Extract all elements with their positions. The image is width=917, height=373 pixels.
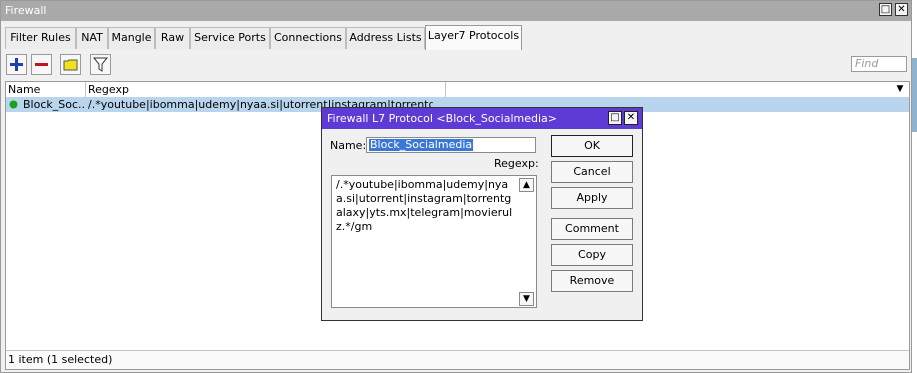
background-accent (912, 58, 917, 132)
tab-service-ports[interactable]: Service Ports (190, 27, 270, 49)
status-bar: 1 item (1 selected) (6, 350, 909, 369)
dialog-close-button[interactable]: ✕ (624, 111, 638, 125)
comment-button[interactable] (60, 54, 81, 75)
scroll-down-button[interactable]: ▼ (519, 292, 534, 306)
restore-icon: □ (880, 4, 891, 15)
find-placeholder: Find (855, 57, 879, 70)
l7-protocol-dialog: Firewall L7 Protocol <Block_Socialmedia>… (321, 107, 643, 321)
filter-button[interactable] (90, 54, 111, 75)
close-icon: ✕ (626, 112, 636, 123)
comment-dialog-button[interactable]: Comment (551, 218, 633, 240)
tab-address-lists[interactable]: Address Lists (346, 27, 425, 49)
tab-raw[interactable]: Raw (155, 27, 190, 49)
column-menu-icon[interactable]: ▼ (890, 82, 910, 97)
filter-icon (92, 57, 109, 72)
scroll-up-button[interactable]: ▲ (519, 178, 534, 192)
chevron-up-icon: ▲ (523, 180, 530, 190)
restore-button[interactable]: □ (879, 3, 892, 16)
window-titlebar[interactable]: Firewall □ ✕ (1, 1, 911, 21)
tab-layer7-protocols[interactable]: Layer7 Protocols (425, 25, 522, 50)
add-button[interactable] (6, 54, 27, 75)
background-strip (912, 0, 917, 373)
ok-button[interactable]: OK (551, 135, 633, 157)
list-header: Name Regexp ▼ (6, 82, 909, 98)
tab-nat[interactable]: NAT (76, 27, 108, 49)
column-regexp[interactable]: Regexp (86, 82, 446, 97)
cancel-button[interactable]: Cancel (551, 161, 633, 183)
column-name[interactable]: Name (6, 82, 86, 97)
tab-mangle[interactable]: Mangle (108, 27, 155, 49)
restore-icon: □ (610, 112, 620, 123)
minus-icon (35, 63, 48, 66)
tab-connections[interactable]: Connections (270, 27, 346, 49)
plus-icon (10, 58, 23, 71)
copy-button[interactable]: Copy (551, 244, 633, 266)
regexp-textarea[interactable]: /.*youtube|ibomma|udemy|nyaa.si|utorrent… (331, 175, 537, 308)
close-icon: ✕ (897, 4, 906, 15)
tab-filter-rules[interactable]: Filter Rules (5, 27, 76, 49)
dialog-restore-button[interactable]: □ (608, 111, 622, 125)
remove-dialog-button[interactable]: Remove (551, 270, 633, 292)
chevron-down-icon: ▼ (523, 294, 530, 304)
close-button[interactable]: ✕ (895, 3, 908, 16)
apply-button[interactable]: Apply (551, 187, 633, 209)
remove-button[interactable] (31, 54, 52, 75)
name-field[interactable]: Block_Socialmedia (366, 137, 536, 153)
dialog-title: Firewall L7 Protocol <Block_Socialmedia> (327, 112, 557, 125)
row-name: Block_Soc... (23, 98, 85, 111)
dialog-titlebar[interactable]: Firewall L7 Protocol <Block_Socialmedia>… (322, 108, 642, 129)
name-label: Name: (330, 139, 367, 152)
find-input[interactable]: Find (851, 56, 907, 72)
toolbar (1, 50, 911, 80)
regexp-text: /.*youtube|ibomma|udemy|nyaa.si|utorrent… (336, 178, 513, 233)
comment-icon (63, 59, 78, 71)
window-title: Firewall (5, 4, 47, 17)
name-field-value: Block_Socialmedia (369, 138, 474, 151)
enabled-status-icon (9, 100, 18, 109)
regexp-label: Regexp: (494, 157, 539, 170)
